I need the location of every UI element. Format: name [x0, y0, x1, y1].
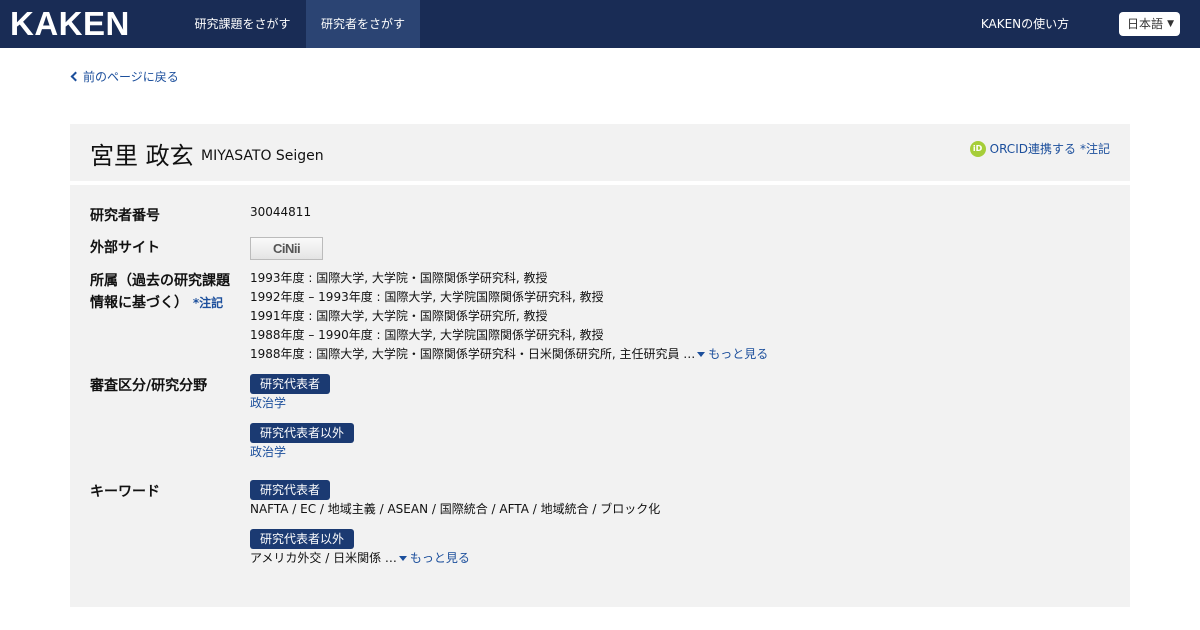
affiliation-item: 1993年度 : 国際大学, 大学院・国際関係学研究科, 教授 — [250, 271, 548, 285]
orcid-icon: iD — [969, 140, 986, 157]
role-badge-other: 研究代表者以外 — [250, 529, 355, 549]
keyword-label: キーワード — [90, 484, 160, 500]
language-value: 日本語 — [1127, 17, 1164, 31]
keyword-values: 研究代表者 NAFTA / EC / 地域主義 / ASEAN / 国際統合 /… — [250, 480, 660, 568]
top-navigation-bar: KAKEN 研究課題をさがす 研究者をさがす KAKENの使い方 日本語 ▼ — [0, 0, 1200, 48]
cinii-button[interactable]: CiNii — [250, 237, 323, 260]
field-link-pi[interactable]: 政治学 — [250, 394, 354, 413]
keywords-pi: NAFTA / EC / 地域主義 / ASEAN / 国際統合 / AFTA … — [250, 502, 661, 516]
orcid-note-link[interactable]: *注記 — [1080, 140, 1110, 157]
affiliation-item: 1988年度 – 1990年度 : 国際大学, 大学院国際関係学研究科, 教授 — [250, 328, 604, 342]
affiliation-label: 所属（過去の研究課題 情報に基づく） *注記 — [90, 270, 230, 314]
keywords-other-row: アメリカ外交 / 日米関係 … もっと見る — [250, 549, 660, 568]
keywords-other: アメリカ外交 / 日米関係 … — [250, 551, 397, 565]
keywords-more-link[interactable]: もっと見る — [397, 551, 470, 565]
language-select[interactable]: 日本語 ▼ — [1119, 12, 1180, 36]
affiliation-item-text: 1988年度 : 国際大学, 大学院・国際関係学研究科・日米関係研究所, 主任研… — [250, 347, 696, 361]
caret-down-icon — [697, 351, 706, 357]
external-site-label: 外部サイト — [90, 240, 160, 256]
kaken-logo[interactable]: KAKEN — [10, 7, 130, 41]
role-badge-pi: 研究代表者 — [250, 374, 331, 394]
more-label: もっと見る — [409, 551, 470, 565]
nav-search-researchers[interactable]: 研究者をさがす — [306, 0, 420, 48]
researcher-header: 宮里 政玄 MIYASATO Seigen iD ORCID連携する *注記 — [70, 124, 1130, 181]
orcid-link[interactable]: iD ORCID連携する *注記 — [969, 140, 1110, 157]
caret-down-icon — [398, 555, 407, 561]
nav-search-projects[interactable]: 研究課題をさがす — [180, 0, 305, 48]
affiliation-label-text: 情報に基づく） — [90, 295, 188, 311]
role-badge-pi: 研究代表者 — [250, 480, 331, 500]
more-label: もっと見る — [708, 347, 769, 361]
back-link[interactable]: 前のページに戻る — [70, 68, 179, 85]
role-badge-other: 研究代表者以外 — [250, 423, 355, 443]
orcid-label: ORCID連携する — [989, 142, 1076, 156]
affiliation-list: 1993年度 : 国際大学, 大学院・国際関係学研究科, 教授 1992年度 –… — [250, 269, 768, 364]
affiliation-more-link[interactable]: もっと見る — [695, 347, 768, 361]
researcher-details: 研究者番号 30044811 外部サイト CiNii 所属（過去の研究課題 情報… — [70, 185, 1130, 607]
affiliation-item: 1991年度 : 国際大学, 大学院・国際関係学研究所, 教授 — [250, 309, 548, 323]
researcher-number-label: 研究者番号 — [90, 208, 160, 224]
affiliation-note-link[interactable]: *注記 — [193, 296, 223, 310]
affiliation-label-line-1: 所属（過去の研究課題 — [90, 273, 230, 289]
researcher-number: 30044811 — [250, 205, 312, 219]
researcher-name-en: MIYASATO Seigen — [201, 148, 324, 164]
nav-how-to-use[interactable]: KAKENの使い方 — [970, 0, 1080, 48]
researcher-name-ja: 宮里 政玄 — [90, 142, 194, 170]
affiliation-item: 1992年度 – 1993年度 : 国際大学, 大学院国際関係学研究科, 教授 — [250, 290, 604, 304]
field-link-other[interactable]: 政治学 — [250, 443, 354, 462]
chevron-left-icon — [70, 71, 81, 82]
back-link-label: 前のページに戻る — [83, 70, 179, 84]
caret-down-icon: ▼ — [1167, 19, 1174, 29]
affiliation-item-last: 1988年度 : 国際大学, 大学院・国際関係学研究科・日米関係研究所, 主任研… — [250, 345, 768, 364]
affiliation-label-line-2: 情報に基づく） *注記 — [90, 292, 230, 314]
field-label: 審査区分/研究分野 — [90, 378, 208, 394]
field-values: 研究代表者 政治学 研究代表者以外 政治学 — [250, 374, 355, 462]
